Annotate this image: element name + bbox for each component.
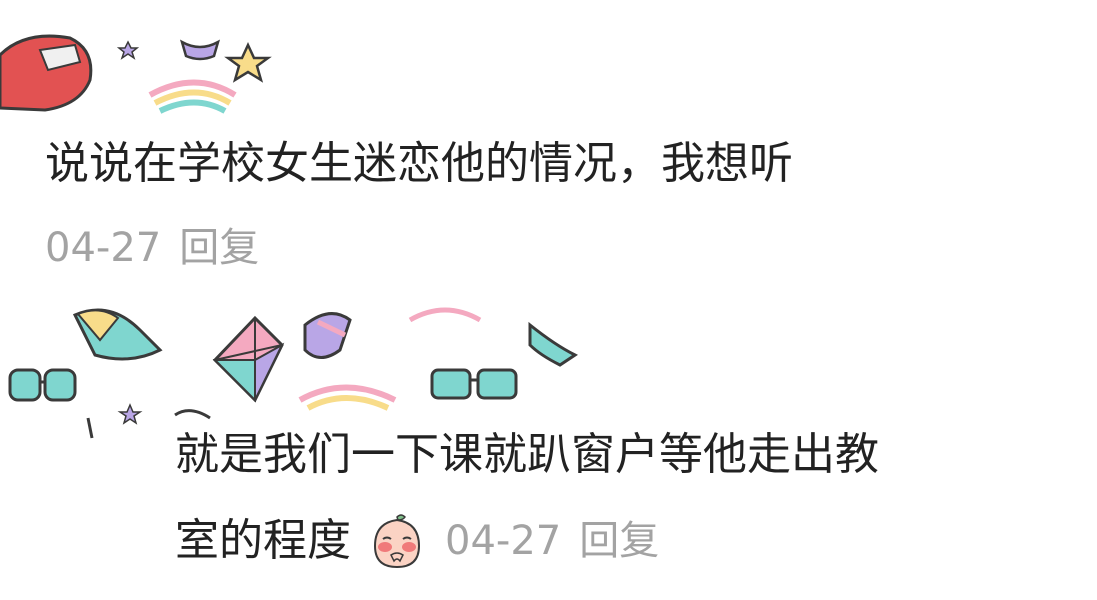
comment-meta: 04-27 回复 (45, 222, 259, 274)
avatar-sticker-top (0, 34, 272, 114)
reply-line2: 室的程度 04-27 回复 (175, 505, 659, 577)
blushing-peach-emoji-icon (373, 514, 421, 569)
reply-meta: 04-27 回复 (445, 505, 659, 577)
reply-date: 04-27 (445, 518, 562, 564)
comment-text: 说说在学校女生迷恋他的情况，我想听 (45, 138, 793, 189)
comment-date: 04-27 (45, 225, 162, 271)
reply-reply-button[interactable]: 回复 (579, 505, 659, 577)
comment-reply-button[interactable]: 回复 (179, 222, 259, 274)
reply-text-line2: 室的程度 (175, 515, 351, 566)
reply-text-line1: 就是我们一下课就趴窗户等他走出教 (175, 429, 879, 480)
